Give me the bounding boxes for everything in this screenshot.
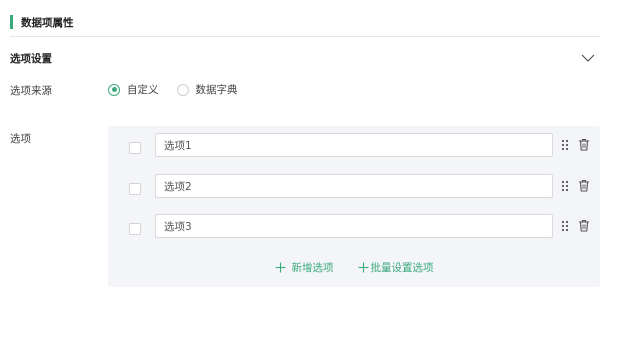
trash-icon[interactable]: [578, 219, 590, 232]
drag-handle-icon[interactable]: [561, 180, 569, 192]
header-accent-bar: [10, 15, 13, 29]
radio-dictionary-circle[interactable]: [176, 83, 189, 96]
chevron-down-icon[interactable]: [580, 51, 596, 65]
options-label: 选项: [10, 133, 31, 145]
panel-title: 数据项属性: [21, 16, 74, 29]
add-option-label: 新增选项: [291, 262, 334, 274]
trash-icon[interactable]: [578, 179, 590, 192]
radio-dictionary[interactable]: 数据字典: [176, 82, 238, 97]
option-row: [108, 133, 600, 157]
option-input[interactable]: [155, 174, 553, 198]
plus-icon: [358, 262, 368, 273]
plus-icon: [275, 262, 285, 273]
option-row: [108, 174, 600, 198]
section-title: 选项设置: [10, 53, 52, 65]
options-panel: 新增选项 批量设置选项: [108, 126, 600, 287]
option-row: [108, 214, 600, 238]
option-input[interactable]: [155, 133, 553, 157]
drag-handle-icon[interactable]: [561, 220, 569, 232]
option-actions: 新增选项 批量设置选项: [108, 260, 600, 275]
source-radio-group: 自定义 数据字典: [108, 82, 256, 97]
option-input[interactable]: [155, 214, 553, 238]
source-label: 选项来源: [10, 85, 52, 97]
drag-handle-icon[interactable]: [561, 139, 569, 151]
header-divider: [10, 36, 600, 37]
radio-custom-label: 自定义: [127, 84, 159, 96]
batch-set-options-label: 批量设置选项: [370, 262, 434, 274]
radio-dictionary-label: 数据字典: [195, 84, 238, 96]
trash-icon[interactable]: [578, 138, 590, 151]
batch-set-options-button[interactable]: 批量设置选项: [358, 260, 434, 275]
radio-custom[interactable]: 自定义: [108, 82, 159, 97]
option-checkbox[interactable]: [129, 223, 141, 235]
panel-header: 数据项属性: [10, 14, 74, 30]
add-option-button[interactable]: 新增选项: [275, 260, 334, 275]
radio-custom-circle[interactable]: [108, 83, 120, 96]
option-checkbox[interactable]: [129, 142, 141, 154]
option-checkbox[interactable]: [129, 183, 141, 195]
